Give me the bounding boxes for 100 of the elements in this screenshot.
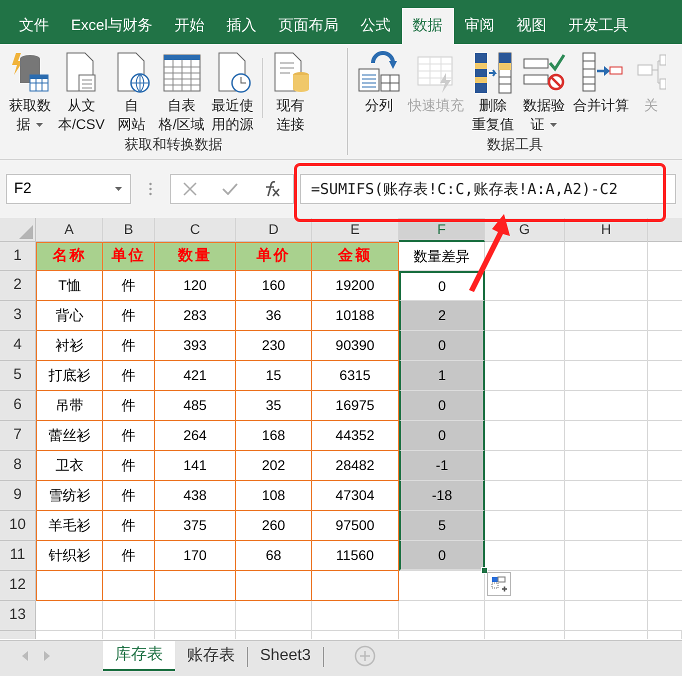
table-cell: 2 [399, 301, 485, 331]
table-cell: -1 [399, 451, 485, 481]
ribbon-tab[interactable]: 视图 [506, 8, 558, 44]
column-heading: 名称 [36, 242, 103, 271]
row-header[interactable]: 12 [0, 571, 36, 601]
table-cell: 168 [236, 421, 312, 451]
cell-reference: F2 [14, 178, 32, 199]
ribbon-tab[interactable]: 页面布局 [268, 8, 350, 44]
table-cell: 68 [236, 541, 312, 571]
table-cell: 36 [236, 301, 312, 331]
column-header[interactable]: C [155, 218, 236, 242]
table-cell: 0 [399, 391, 485, 421]
table-cell: 件 [103, 511, 155, 541]
table-cell: 485 [155, 391, 236, 421]
ribbon-button[interactable]: 自 网站 [108, 48, 155, 134]
table-cell: 421 [155, 361, 236, 391]
table-cell: 202 [236, 451, 312, 481]
select-all-icon[interactable] [19, 225, 33, 239]
table-cell: 打底衫 [36, 361, 103, 391]
grip-icon [149, 182, 152, 196]
table-cell: 件 [103, 271, 155, 301]
ribbon-button[interactable]: 现有 连接 [268, 48, 314, 134]
table-cell: 108 [236, 481, 312, 511]
ribbon-button[interactable]: 数据验 证 [519, 48, 569, 134]
table-cell: 35 [236, 391, 312, 421]
row-header[interactable]: 2 [0, 271, 36, 301]
ribbon-button[interactable]: 合并计算 [570, 48, 632, 134]
cancel-icon[interactable] [183, 182, 198, 196]
row-header[interactable]: 8 [0, 451, 36, 481]
table-cell: 件 [103, 301, 155, 331]
ribbon-tab[interactable]: 审阅 [454, 8, 506, 44]
column-header[interactable]: D [236, 218, 312, 242]
table-cell: 件 [103, 391, 155, 421]
table-cell: 283 [155, 301, 236, 331]
ribbon-button[interactable]: 获取数 据 [6, 48, 54, 134]
check-icon[interactable] [222, 183, 238, 195]
table-cell: 438 [155, 481, 236, 511]
table-cell: 230 [236, 331, 312, 361]
row-header[interactable]: 5 [0, 361, 36, 391]
row-header[interactable]: 1 [0, 242, 36, 271]
table-cell: 羊毛衫 [36, 511, 103, 541]
ribbon-tab[interactable]: 文件 [8, 8, 60, 44]
table-cell: 170 [155, 541, 236, 571]
ribbon-tab[interactable]: Excel与财务 [60, 8, 164, 44]
table-cell: T恤 [36, 271, 103, 301]
ribbon-tab[interactable]: 公式 [350, 8, 402, 44]
column-heading: 数量差异 [399, 242, 485, 271]
table-cell: 件 [103, 451, 155, 481]
ribbon-tab[interactable]: 插入 [216, 8, 268, 44]
column-heading: 单价 [236, 242, 312, 271]
sheet-tab[interactable]: Sheet3 [248, 641, 323, 671]
ribbon-button[interactable]: 删除 重复值 [468, 48, 518, 134]
formula-field[interactable]: =SUMIFS(账存表!C:C,账存表!A:A,A2)-C2 [300, 174, 676, 204]
empty-cell [103, 571, 155, 601]
table-cell: 160 [236, 271, 312, 301]
ribbon-button[interactable]: 自表 格/区域 [156, 48, 208, 134]
table-cell: 141 [155, 451, 236, 481]
table-cell: 针织衫 [36, 541, 103, 571]
ribbon-button[interactable]: 最近使 用的源 [208, 48, 257, 134]
sheet-tab[interactable]: 库存表 [103, 641, 175, 671]
table-cell: 雪纺衫 [36, 481, 103, 511]
ribbon-button[interactable]: 分列 [354, 48, 404, 134]
table-cell: 件 [103, 541, 155, 571]
previous-sheet-icon[interactable] [22, 651, 28, 661]
column-header-blank [648, 218, 682, 242]
row-header[interactable]: 10 [0, 511, 36, 541]
sheet-tab[interactable]: 账存表 [175, 641, 247, 671]
column-heading: 数量 [155, 242, 236, 271]
table-cell: 375 [155, 511, 236, 541]
group-label: 数据工具 [486, 135, 544, 154]
dropdown-icon[interactable] [114, 186, 123, 192]
row-header[interactable]: 3 [0, 301, 36, 331]
row-header[interactable]: 11 [0, 541, 36, 571]
add-sheet-icon[interactable] [354, 645, 376, 667]
row-header[interactable]: 7 [0, 421, 36, 451]
row-header[interactable]: 9 [0, 481, 36, 511]
column-header[interactable]: B [103, 218, 155, 242]
column-heading: 单位 [103, 242, 155, 271]
ribbon-tab[interactable]: 开发工具 [558, 8, 640, 44]
empty-cell [103, 601, 155, 631]
fill-handle[interactable] [481, 567, 488, 574]
column-heading: 金额 [312, 242, 399, 271]
row-header[interactable]: 6 [0, 391, 36, 421]
row-header[interactable]: 13 [0, 601, 36, 631]
table-cell: 0 [399, 271, 485, 301]
next-sheet-icon[interactable] [44, 651, 50, 661]
group-label: 获取和转换数据 [124, 135, 224, 154]
table-cell: -18 [399, 481, 485, 511]
table-cell: 件 [103, 331, 155, 361]
ribbon-tab[interactable]: 开始 [164, 8, 216, 44]
ribbon-tab[interactable]: 数据 [402, 8, 454, 44]
table-cell: 卫衣 [36, 451, 103, 481]
quick-analysis-icon[interactable] [487, 572, 511, 596]
ribbon-button[interactable]: 从文 本/CSV [55, 48, 108, 134]
table-cell: 0 [399, 541, 485, 571]
table-cell: 5 [399, 511, 485, 541]
table-cell: 120 [155, 271, 236, 301]
name-box[interactable]: F2 [6, 174, 131, 204]
row-header[interactable]: 4 [0, 331, 36, 361]
column-header[interactable]: A [36, 218, 103, 242]
